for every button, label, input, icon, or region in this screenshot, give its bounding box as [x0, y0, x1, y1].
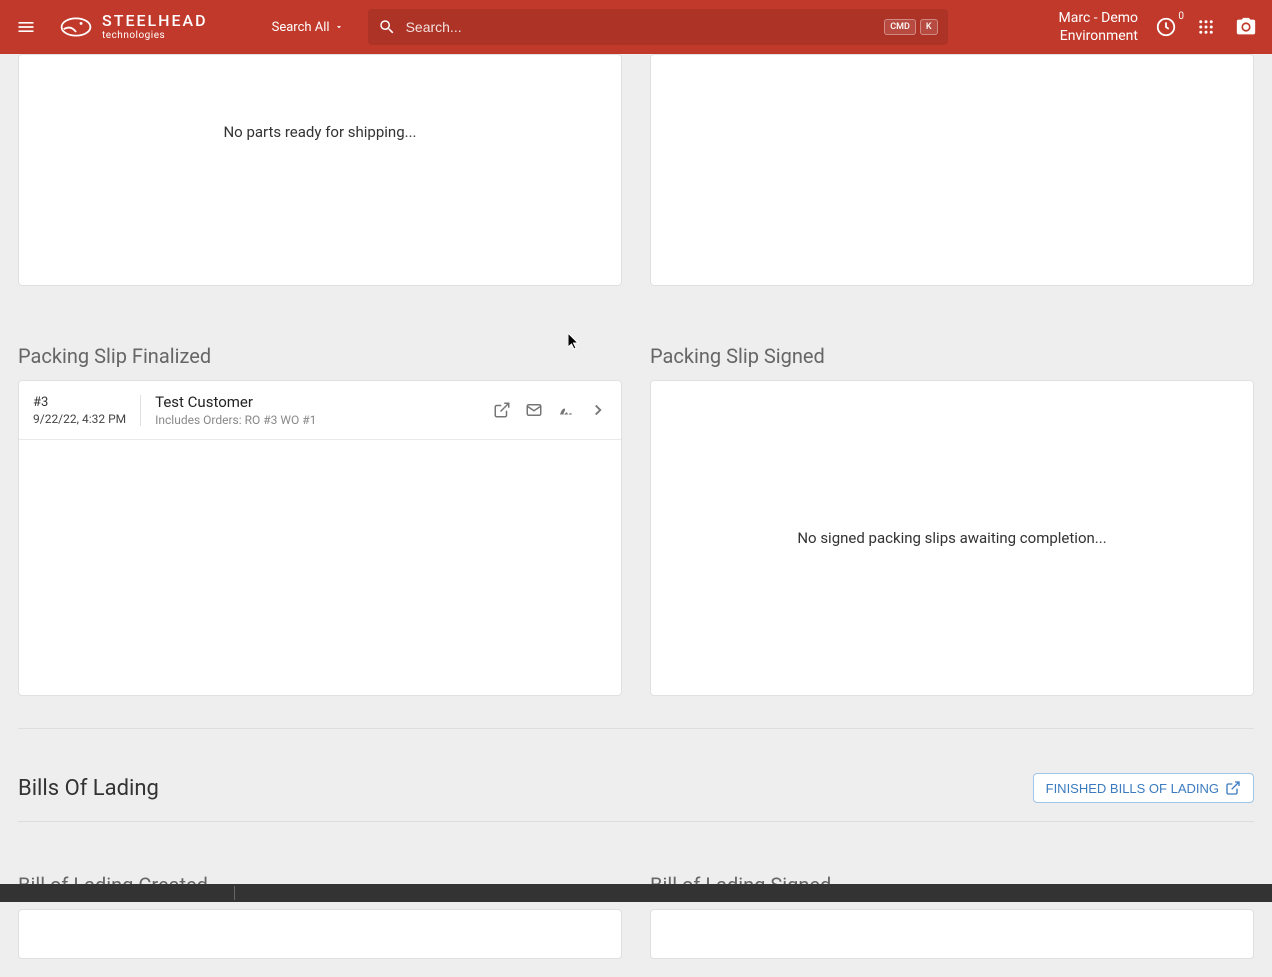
bol-signed-panel — [650, 909, 1254, 959]
search-filter-dropdown[interactable]: Search All — [258, 20, 358, 35]
slip-date: 9/22/22, 4:32 PM — [33, 412, 126, 426]
ready-for-shipping-panel: No parts ready for shipping... — [18, 54, 622, 286]
ready-empty-text: No parts ready for shipping... — [223, 123, 416, 141]
slip-actions — [493, 401, 607, 419]
slip-meta: #3 9/22/22, 4:32 PM — [33, 395, 141, 426]
camera-icon — [1235, 16, 1257, 38]
header-right: Marc - Demo Environment 0 — [1059, 9, 1258, 45]
bol-signed-column: Bill of Lading Signed — [650, 859, 1254, 959]
search-box[interactable]: CMD K — [368, 9, 948, 45]
finished-bol-button[interactable]: FINISHED BILLS OF LADING — [1033, 773, 1254, 803]
bol-created-column: Bill of Lading Created — [18, 859, 622, 959]
user-info[interactable]: Marc - Demo Environment — [1059, 9, 1138, 45]
app-header: STEELHEAD technologies Search All CMD K … — [0, 0, 1272, 54]
slip-customer: Test Customer — [155, 393, 493, 411]
user-environment: Environment — [1059, 27, 1138, 45]
chevron-right-icon[interactable] — [589, 401, 607, 419]
kbd-k: K — [920, 19, 938, 35]
top-right-panel — [650, 54, 1254, 286]
search-filter-label: Search All — [272, 20, 330, 35]
signed-column: Packing Slip Signed No signed packing sl… — [650, 314, 1254, 696]
apps-button[interactable] — [1194, 15, 1218, 39]
search-shortcut: CMD K — [884, 19, 937, 35]
finalized-panel: #3 9/22/22, 4:32 PM Test Customer Includ… — [18, 380, 622, 696]
search-icon — [378, 18, 396, 36]
bol-divider — [18, 821, 1254, 822]
logo[interactable]: STEELHEAD technologies — [58, 9, 208, 45]
apps-grid-icon — [1197, 18, 1215, 36]
slip-detail: Includes Orders: RO #3 WO #1 — [155, 413, 493, 427]
notifications-button[interactable]: 0 — [1154, 15, 1178, 39]
open-external-icon[interactable] — [493, 401, 511, 419]
mail-icon[interactable] — [525, 401, 543, 419]
signed-empty-text: No signed packing slips awaiting complet… — [651, 381, 1253, 695]
menu-icon[interactable] — [14, 15, 38, 39]
finalized-column: Packing Slip Finalized #3 9/22/22, 4:32 … — [18, 314, 622, 696]
packing-slip-row[interactable]: #3 9/22/22, 4:32 PM Test Customer Includ… — [19, 381, 621, 440]
kbd-cmd: CMD — [884, 19, 916, 35]
bol-header: Bills Of Lading FINISHED BILLS OF LADING — [18, 773, 1254, 803]
divider — [18, 728, 1254, 729]
signed-title: Packing Slip Signed — [650, 344, 1254, 368]
open-external-icon — [1225, 780, 1241, 796]
search-input[interactable] — [406, 19, 885, 35]
camera-button[interactable] — [1234, 15, 1258, 39]
footer-separator — [234, 886, 235, 900]
footer-bar — [0, 884, 1272, 902]
logo-subtext: technologies — [102, 31, 208, 41]
finished-bol-label: FINISHED BILLS OF LADING — [1046, 781, 1219, 796]
logo-icon — [58, 9, 94, 45]
bol-section-title: Bills Of Lading — [18, 776, 159, 801]
slip-body: Test Customer Includes Orders: RO #3 WO … — [155, 393, 493, 427]
logo-text: STEELHEAD — [102, 13, 208, 29]
notification-count: 0 — [1178, 11, 1184, 22]
slip-number: #3 — [33, 395, 126, 410]
signed-panel: No signed packing slips awaiting complet… — [650, 380, 1254, 696]
bol-created-panel — [18, 909, 622, 959]
chevron-down-icon — [334, 22, 344, 32]
clock-icon — [1155, 16, 1177, 38]
user-name: Marc - Demo — [1059, 9, 1138, 27]
signature-icon[interactable] — [557, 401, 575, 419]
finalized-title: Packing Slip Finalized — [18, 344, 622, 368]
main-content: No parts ready for shipping... Packing S… — [0, 54, 1272, 977]
